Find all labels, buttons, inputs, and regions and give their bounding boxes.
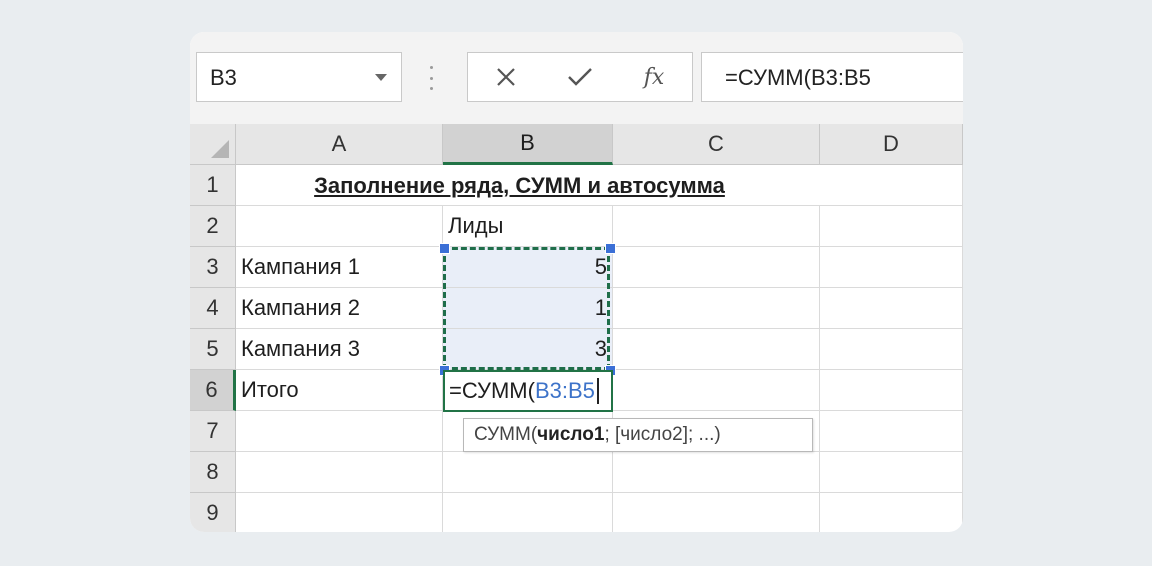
cell-d4[interactable] bbox=[820, 288, 963, 329]
cell-c2[interactable] bbox=[613, 206, 820, 247]
sheet-title: Заполнение ряда, СУММ и автосумма bbox=[314, 172, 725, 198]
formula-prefix: =СУММ( bbox=[449, 378, 535, 403]
text-caret bbox=[596, 378, 599, 404]
cell-a2[interactable] bbox=[236, 206, 443, 247]
cell-d6[interactable] bbox=[820, 370, 963, 411]
cell-b8[interactable] bbox=[443, 452, 613, 493]
cell-a7[interactable] bbox=[236, 411, 443, 452]
name-box[interactable]: B3 bbox=[196, 52, 402, 102]
formula-range-ref: B3:B5 bbox=[534, 378, 595, 403]
cell-c4[interactable] bbox=[613, 288, 820, 329]
close-icon[interactable] bbox=[486, 61, 526, 93]
cell-b2[interactable]: Лиды bbox=[443, 206, 613, 247]
cell-b4[interactable]: 1 bbox=[443, 288, 613, 329]
formula-input-value: =СУММ(B3:B5 bbox=[725, 65, 871, 90]
cell-d3[interactable] bbox=[820, 247, 963, 288]
cell-d8[interactable] bbox=[820, 452, 963, 493]
cell-d1[interactable] bbox=[803, 165, 963, 206]
cell-b3[interactable]: 5 bbox=[443, 247, 613, 288]
row-header-9[interactable]: 9 bbox=[190, 493, 236, 532]
cell-d2[interactable] bbox=[820, 206, 963, 247]
formula-bar: B3 fx =СУММ(B3:B5 bbox=[190, 32, 963, 124]
cell-a8[interactable] bbox=[236, 452, 443, 493]
cell-a5[interactable]: Кампания 3 bbox=[236, 329, 443, 370]
column-header-b[interactable]: B bbox=[443, 124, 613, 165]
row-header-2[interactable]: 2 bbox=[190, 206, 236, 247]
cell-a9[interactable] bbox=[236, 493, 443, 532]
cell-d7[interactable] bbox=[820, 411, 963, 452]
cell-a6[interactable]: Итого bbox=[236, 370, 443, 411]
cell-b5[interactable]: 3 bbox=[443, 329, 613, 370]
column-header-a[interactable]: A bbox=[236, 124, 443, 165]
row-header-3[interactable]: 3 bbox=[190, 247, 236, 288]
active-cell-editor[interactable]: =СУММ(B3:B5 bbox=[443, 370, 613, 412]
tooltip-func: СУММ( bbox=[474, 424, 538, 445]
cell-c8[interactable] bbox=[613, 452, 820, 493]
select-all-triangle-icon bbox=[211, 140, 229, 158]
select-all-button[interactable] bbox=[190, 124, 236, 165]
column-header-d[interactable]: D bbox=[820, 124, 963, 165]
cell-c9[interactable] bbox=[613, 493, 820, 532]
column-header-c[interactable]: C bbox=[613, 124, 820, 165]
spreadsheet-window: B3 fx =СУММ(B3:B5 A B C D 1 2 3 4 5 6 7 bbox=[190, 32, 963, 532]
cell-c5[interactable] bbox=[613, 329, 820, 370]
cell-d5[interactable] bbox=[820, 329, 963, 370]
cell-c6[interactable] bbox=[613, 370, 820, 411]
function-tooltip: СУММ(число1; [число2]; ...) bbox=[463, 418, 813, 452]
drag-handle-icon[interactable] bbox=[430, 66, 434, 90]
tooltip-rest: ; [число2]; ...) bbox=[604, 424, 721, 445]
range-handle-top-left[interactable] bbox=[439, 243, 450, 254]
row-header-8[interactable]: 8 bbox=[190, 452, 236, 493]
row-header-5[interactable]: 5 bbox=[190, 329, 236, 370]
fx-icon[interactable]: fx bbox=[634, 61, 674, 93]
formula-input[interactable]: =СУММ(B3:B5 bbox=[701, 52, 963, 102]
row-header-4[interactable]: 4 bbox=[190, 288, 236, 329]
cell-a4[interactable]: Кампания 2 bbox=[236, 288, 443, 329]
row-header-1[interactable]: 1 bbox=[190, 165, 236, 206]
range-handle-top-right[interactable] bbox=[605, 243, 616, 254]
cell-c3[interactable] bbox=[613, 247, 820, 288]
name-box-value: B3 bbox=[210, 65, 237, 90]
cell-a3[interactable]: Кампания 1 bbox=[236, 247, 443, 288]
sheet-grid: A B C D 1 2 3 4 5 6 7 8 9 Заполнение ряд… bbox=[190, 124, 963, 532]
row-header-6[interactable]: 6 bbox=[190, 370, 236, 411]
cell-b9[interactable] bbox=[443, 493, 613, 532]
check-icon[interactable] bbox=[560, 61, 600, 93]
row-header-7[interactable]: 7 bbox=[190, 411, 236, 452]
tooltip-bold-arg[interactable]: число1 bbox=[537, 424, 604, 446]
cell-d9[interactable] bbox=[820, 493, 963, 532]
formula-buttons: fx bbox=[467, 52, 693, 102]
chevron-down-icon[interactable] bbox=[375, 74, 387, 81]
